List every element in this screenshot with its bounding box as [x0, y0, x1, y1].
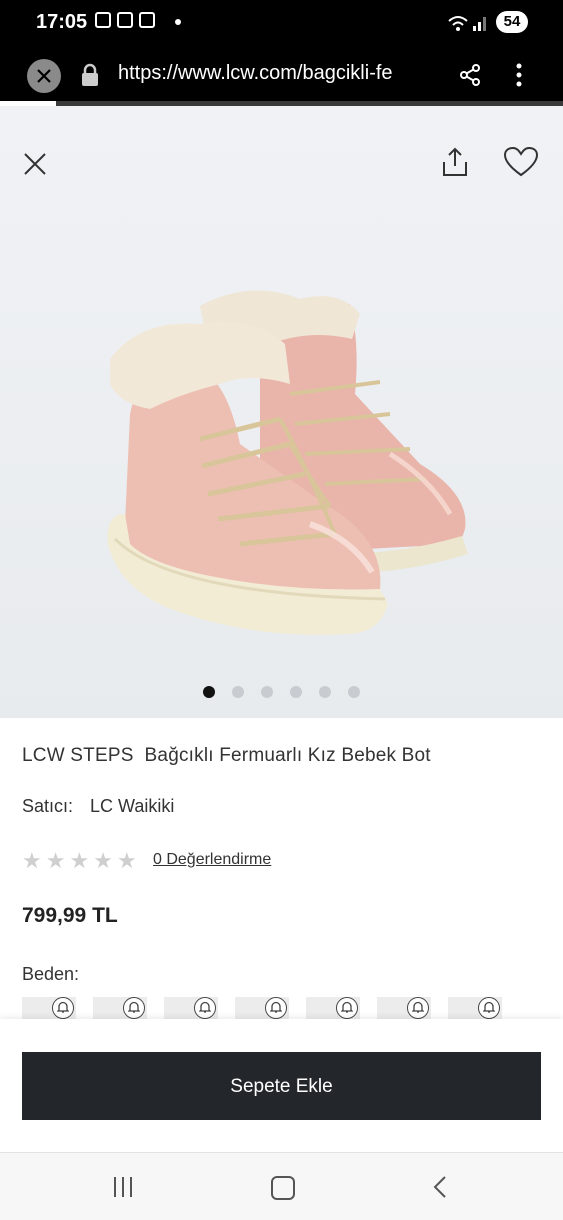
close-icon	[37, 69, 51, 83]
bell-icon[interactable]	[478, 997, 500, 1019]
battery-indicator: 54	[496, 11, 528, 33]
bell-icon[interactable]	[52, 997, 74, 1019]
gallery-dot[interactable]	[290, 686, 302, 698]
gallery-dot[interactable]	[348, 686, 360, 698]
bell-icon[interactable]	[407, 997, 429, 1019]
size-option[interactable]	[22, 997, 76, 1019]
size-option[interactable]	[306, 997, 360, 1019]
notification-dot	[175, 19, 181, 25]
gallery-dot[interactable]	[319, 686, 331, 698]
star-icon: ★	[69, 848, 90, 873]
bell-icon[interactable]	[123, 997, 145, 1019]
notification-icons	[95, 12, 155, 28]
star-icon: ★	[22, 848, 42, 873]
gallery-dot[interactable]	[261, 686, 273, 698]
gallery-dot[interactable]	[232, 686, 244, 698]
gallery-pagination[interactable]	[0, 686, 563, 698]
upload-share-icon[interactable]	[440, 146, 470, 178]
recent-apps-icon[interactable]	[114, 1177, 132, 1197]
add-to-cart-panel: Sepete Ekle	[0, 1019, 563, 1152]
status-time: 17:05	[36, 11, 88, 33]
star-icon: ★	[45, 848, 66, 873]
more-vert-icon[interactable]	[515, 62, 523, 88]
star-icon: ★	[93, 848, 113, 873]
product-title: LCW STEPS Bağcıklı Fermuarlı Kız Bebek B…	[22, 745, 431, 766]
size-option[interactable]	[93, 997, 147, 1019]
seller-info: Satıcı: LC Waikiki	[22, 796, 174, 817]
size-option[interactable]	[448, 997, 502, 1019]
seller-label: Satıcı:	[22, 796, 74, 816]
product-price: 799,99 TL	[22, 904, 118, 927]
bell-icon[interactable]	[194, 997, 216, 1019]
wifi-signal-icon	[448, 16, 486, 31]
size-label: Beden:	[22, 964, 80, 984]
seller-name[interactable]: LC Waikiki	[90, 796, 174, 816]
size-options	[22, 997, 563, 1019]
size-option[interactable]	[164, 997, 218, 1019]
status-bar: 17:05 54	[0, 0, 563, 46]
close-tab-button[interactable]	[27, 59, 61, 93]
gallery-dot-active[interactable]	[203, 686, 215, 698]
url-text[interactable]: https://www.lcw.com/bagcikli-fe	[118, 62, 440, 85]
star-icon: ★	[116, 848, 137, 873]
heart-icon[interactable]	[503, 146, 539, 178]
add-to-cart-button[interactable]: Sepete Ekle	[22, 1052, 541, 1120]
lock-icon[interactable]	[80, 63, 100, 87]
reviews-link[interactable]: 0 Değerlendirme	[153, 851, 271, 869]
rating-stars: ★ ★ ★ ★ ★	[22, 850, 137, 872]
close-icon[interactable]	[22, 151, 48, 177]
bell-icon[interactable]	[265, 997, 287, 1019]
product-image	[107, 290, 468, 635]
product-gallery[interactable]	[0, 106, 563, 718]
home-icon[interactable]	[271, 1176, 295, 1200]
system-navigation-bar	[0, 1152, 563, 1220]
size-option[interactable]	[377, 997, 431, 1019]
back-icon[interactable]	[432, 1175, 448, 1199]
bell-icon[interactable]	[336, 997, 358, 1019]
browser-toolbar: https://www.lcw.com/bagcikli-fe	[0, 46, 563, 101]
size-option[interactable]	[235, 997, 289, 1019]
share-icon[interactable]	[458, 63, 482, 87]
